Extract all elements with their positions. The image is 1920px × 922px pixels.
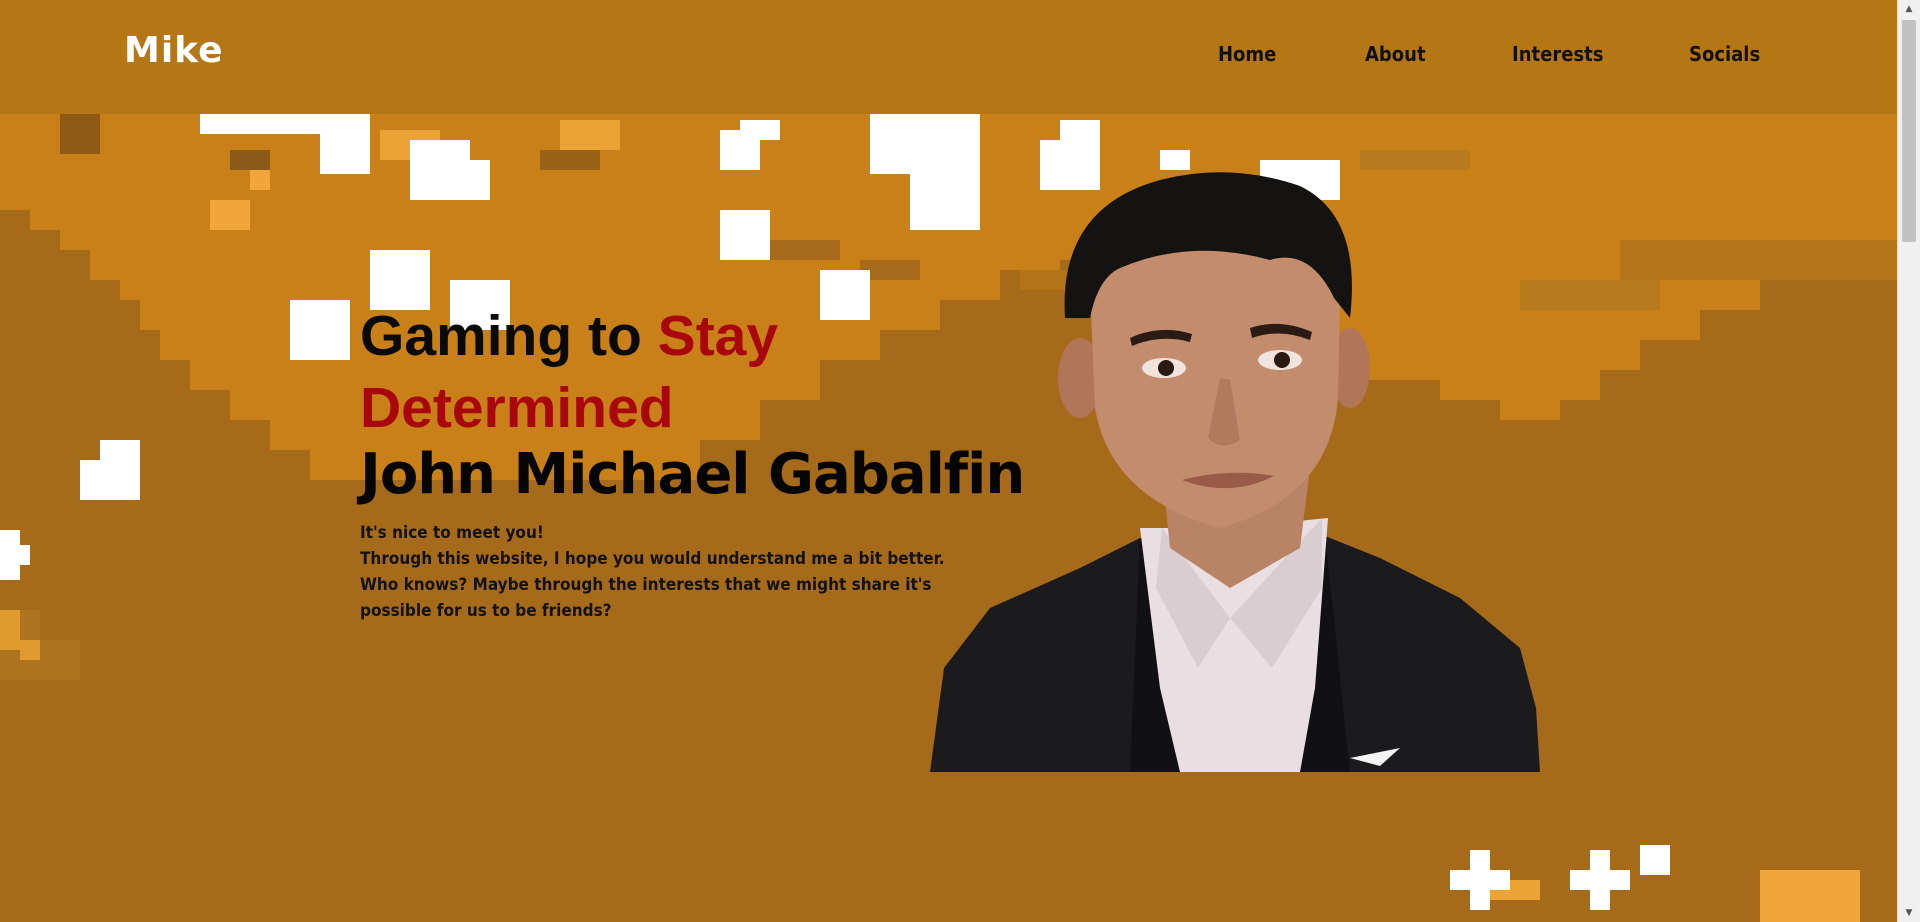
hero-title-lead: Gaming to <box>360 304 658 368</box>
hero-name: John Michael Gabalfin <box>360 442 1025 507</box>
nav-link-socials[interactable]: Socials <box>1689 42 1760 66</box>
profile-portrait <box>930 172 1540 772</box>
site-header: Mike Home About Interests Socials <box>0 0 1898 114</box>
hero-description: It's nice to meet you! Through this webs… <box>360 520 945 624</box>
hero-description-line: possible for us to be friends? <box>360 601 612 621</box>
hero-description-line: It's nice to meet you! <box>360 523 544 543</box>
scrollbar-thumb[interactable] <box>1902 20 1916 242</box>
hero-description-line: Through this website, I hope you would u… <box>360 549 945 569</box>
nav-link-home[interactable]: Home <box>1218 42 1276 66</box>
vertical-scrollbar[interactable]: ▲ ▼ <box>1897 0 1920 922</box>
nav-link-about[interactable]: About <box>1365 42 1426 66</box>
scroll-down-arrow-icon[interactable]: ▼ <box>1898 904 1920 922</box>
hero-title: Gaming to Stay Determined <box>360 300 880 444</box>
brand-logo[interactable]: Mike <box>124 30 224 71</box>
scroll-up-arrow-icon[interactable]: ▲ <box>1898 0 1920 18</box>
hero-description-line: Who knows? Maybe through the interests t… <box>360 575 932 595</box>
nav-link-interests[interactable]: Interests <box>1512 42 1603 66</box>
